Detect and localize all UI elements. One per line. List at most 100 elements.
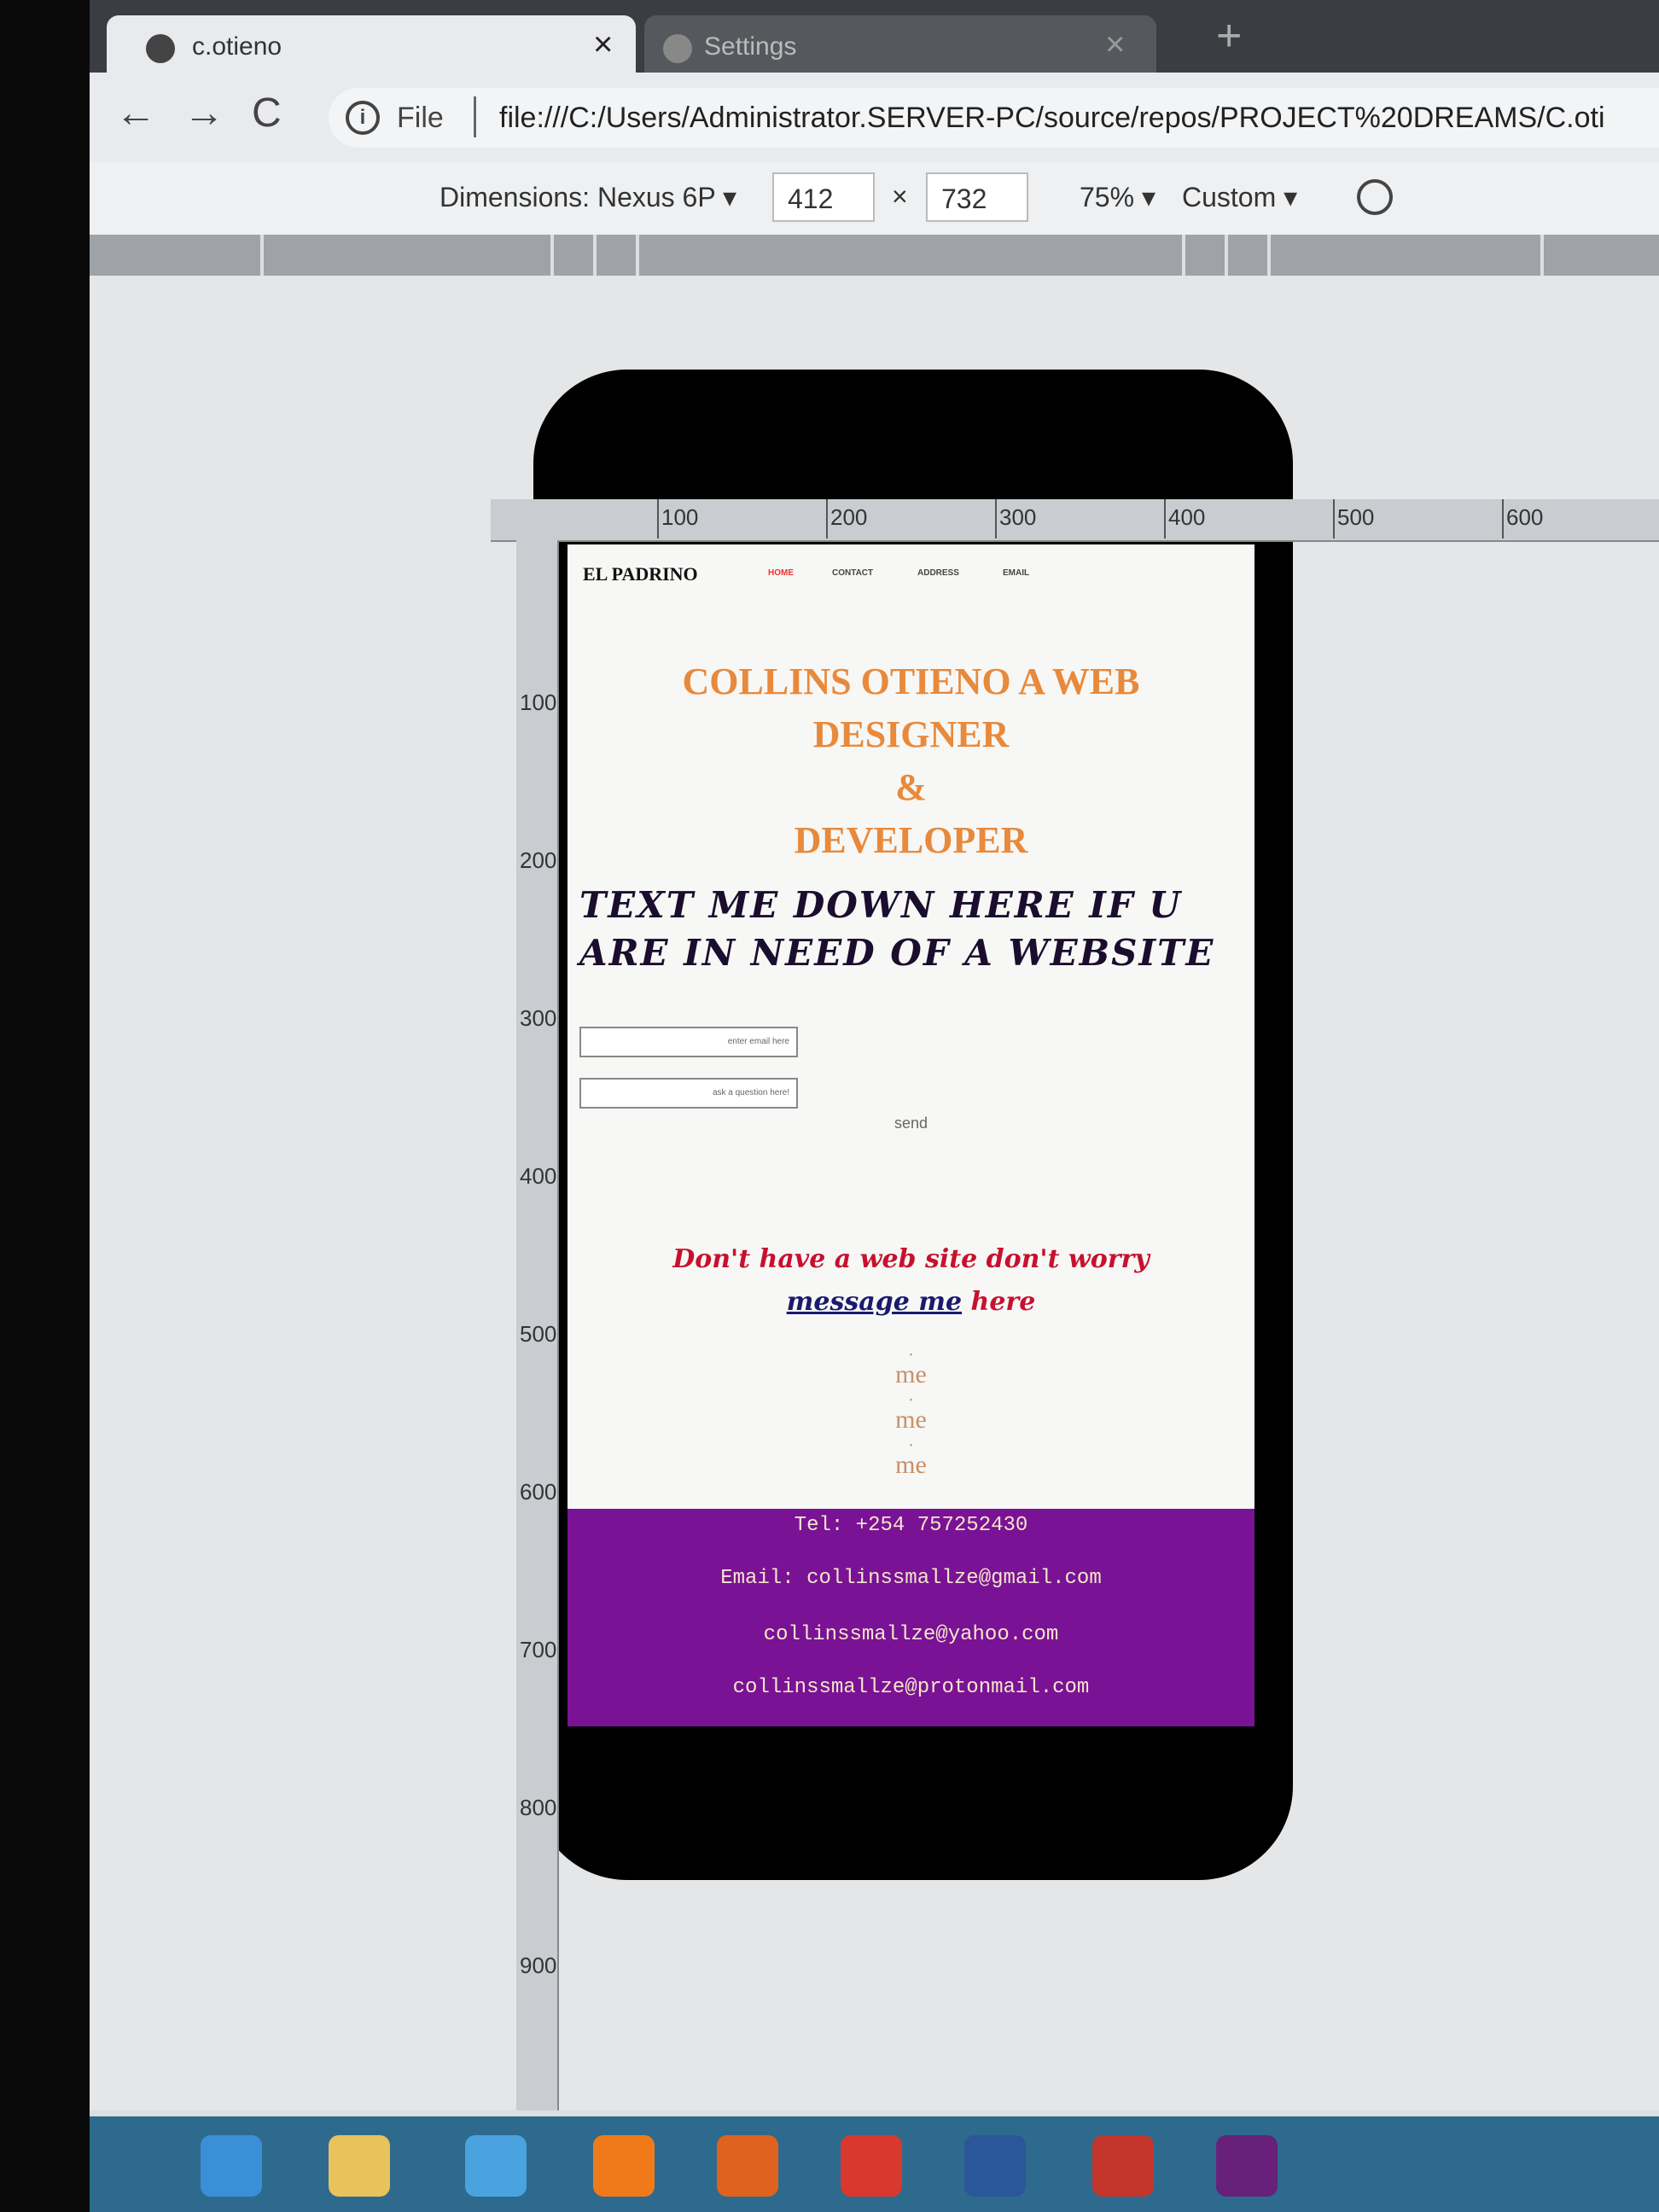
- ruler-tick: [826, 499, 828, 538]
- cta-heading: TEXT ME DOWN HERE IF U ARE IN NEED OF A …: [579, 884, 1215, 974]
- throttle-select[interactable]: Custom ▾: [1182, 181, 1297, 213]
- list-item: • me: [568, 1441, 1254, 1480]
- site-brand[interactable]: EL PADRINO: [583, 563, 698, 585]
- media-query-segment[interactable]: [1225, 235, 1228, 276]
- ruler-horizontal: 100 200 300 400 500 600: [491, 499, 1659, 542]
- ruler-label: 300: [999, 504, 1037, 530]
- footer-email: Email: collinssmallze@gmail.com: [720, 1567, 1102, 1590]
- info-icon[interactable]: i: [346, 101, 380, 135]
- address-bar[interactable]: i File file:///C:/Users/Administrator.SE…: [329, 88, 1659, 148]
- question-field[interactable]: ask a question here!: [579, 1078, 798, 1109]
- ruler-label: 200: [830, 504, 868, 530]
- media-query-segment[interactable]: [1540, 235, 1544, 276]
- ruler-tick: [657, 499, 659, 538]
- footer-email-yahoo: collinssmallze@yahoo.com: [763, 1623, 1059, 1646]
- list-item-label: me: [895, 1406, 927, 1434]
- nav-email-link[interactable]: EMAIL: [1003, 568, 1029, 578]
- promo-text: Don't have a web site don't worry: [672, 1244, 1150, 1274]
- media-query-segment[interactable]: [1182, 235, 1185, 276]
- windows-start-icon[interactable]: [201, 2135, 262, 2197]
- file-explorer-icon[interactable]: [329, 2135, 390, 2197]
- ruler-label: 300: [520, 1005, 557, 1031]
- ruler-label: 900: [520, 1953, 557, 1978]
- ruler-label: 400: [520, 1163, 557, 1189]
- ruler-label: 400: [1168, 504, 1206, 530]
- ruler-label: 600: [520, 1479, 557, 1505]
- ruler-vertical: 100 200 300 400 500 600 700 800 900: [516, 540, 559, 2110]
- close-icon[interactable]: ×: [593, 26, 613, 64]
- media-query-bar[interactable]: [90, 235, 1659, 276]
- ruler-label: 600: [1506, 504, 1544, 530]
- ruler-label: 700: [520, 1637, 557, 1662]
- nav-contact-link[interactable]: CONTACT: [832, 568, 873, 578]
- bullet: •: [909, 1441, 913, 1451]
- message-me-link[interactable]: message me: [787, 1287, 962, 1317]
- device-viewport: 100 200 300 400 500 600 100 200 300 400 …: [90, 276, 1659, 2110]
- word-icon[interactable]: [964, 2135, 1026, 2197]
- promo-link-line: message me here: [568, 1287, 1254, 1317]
- ruler-tick: [1502, 499, 1504, 538]
- device-select[interactable]: Dimensions: Nexus 6P ▾: [439, 181, 736, 213]
- ruler-label: 100: [661, 504, 699, 530]
- forward-arrow-icon[interactable]: →: [183, 90, 224, 137]
- taskbar: [90, 2116, 1659, 2212]
- tab-settings[interactable]: Settings ×: [644, 15, 1156, 73]
- nav-address-link[interactable]: ADDRESS: [917, 568, 959, 578]
- bullet: •: [909, 1351, 913, 1360]
- browser-toolbar: ← → C i File file:///C:/Users/Administra…: [90, 73, 1659, 162]
- list-item-label: me: [895, 1360, 927, 1388]
- list-item: • me: [568, 1351, 1254, 1389]
- hero-heading: COLLINS OTIENO A WEB DESIGNER & DEVELOPE…: [568, 655, 1254, 867]
- rotate-icon[interactable]: [1357, 179, 1393, 215]
- scheme-label: File: [397, 102, 444, 134]
- hero-line: &: [895, 766, 927, 808]
- media-player-icon[interactable]: [717, 2135, 778, 2197]
- media-query-segment[interactable]: [550, 235, 554, 276]
- email-field[interactable]: enter email here: [579, 1027, 798, 1057]
- url-text[interactable]: file:///C:/Users/Administrator.SERVER-PC…: [499, 102, 1605, 135]
- media-query-segment[interactable]: [260, 235, 264, 276]
- ruler-label: 100: [520, 690, 557, 715]
- send-button[interactable]: send: [568, 1115, 1254, 1132]
- new-tab-icon[interactable]: +: [1216, 10, 1242, 61]
- internet-explorer-icon[interactable]: [465, 2135, 527, 2197]
- tab-title: c.otieno: [192, 32, 282, 61]
- tab-title: Settings: [704, 32, 797, 61]
- monitor-screen: c.otieno × Settings × + ← → C i File fil…: [90, 0, 1659, 2212]
- media-query-segment[interactable]: [1267, 235, 1271, 276]
- media-query-segment[interactable]: [593, 235, 597, 276]
- web-page: EL PADRINO HOME CONTACT ADDRESS EMAIL CO…: [568, 544, 1254, 1726]
- vlc-icon[interactable]: [593, 2135, 655, 2197]
- device-toolbar: Dimensions: Nexus 6P ▾ 412 × 732 75% ▾ C…: [90, 162, 1659, 235]
- promo-tail: here: [970, 1287, 1036, 1317]
- hero-line: COLLINS OTIENO A WEB: [682, 661, 1140, 702]
- height-input[interactable]: 732: [926, 172, 1028, 222]
- close-icon[interactable]: ×: [1105, 26, 1125, 64]
- ruler-label: 200: [520, 847, 557, 873]
- tab-strip: c.otieno × Settings × +: [90, 0, 1659, 73]
- list-item: • me: [568, 1396, 1254, 1435]
- globe-icon: [146, 34, 175, 63]
- bullet: •: [909, 1396, 913, 1406]
- chrome-alt-icon[interactable]: [1092, 2135, 1154, 2197]
- hero-line: DESIGNER: [812, 713, 1010, 755]
- reload-icon[interactable]: C: [252, 90, 282, 137]
- width-input[interactable]: 412: [772, 172, 875, 222]
- media-query-segment[interactable]: [636, 235, 639, 276]
- ruler-label: 500: [1337, 504, 1375, 530]
- ruler-tick: [995, 499, 997, 538]
- back-arrow-icon[interactable]: ←: [115, 90, 156, 137]
- ruler-tick: [1333, 499, 1335, 538]
- contact-footer: Tel: +254 757252430 Email: collinssmallz…: [568, 1509, 1254, 1726]
- divider: [474, 96, 476, 137]
- visual-studio-icon[interactable]: [1216, 2135, 1278, 2197]
- ruler-label: 500: [520, 1321, 557, 1347]
- zoom-select[interactable]: 75% ▾: [1080, 181, 1155, 213]
- footer-email-proton: collinssmallze@protonmail.com: [732, 1676, 1090, 1699]
- ruler-tick: [1164, 499, 1166, 538]
- times-glyph: ×: [892, 181, 908, 212]
- tab-c-otieno[interactable]: c.otieno ×: [107, 15, 636, 73]
- nav-home-link[interactable]: HOME: [768, 568, 794, 578]
- hero-line: DEVELOPER: [794, 819, 1028, 861]
- chrome-icon[interactable]: [841, 2135, 902, 2197]
